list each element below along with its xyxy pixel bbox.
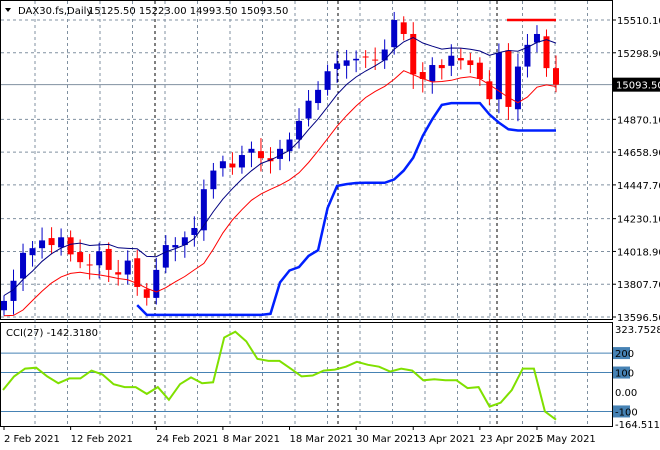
candle-bearish [486, 81, 493, 100]
candle-bullish [96, 251, 103, 266]
x-tick-label: 5 May 2021 [537, 434, 596, 445]
candle-bullish [334, 63, 341, 69]
grid [0, 0, 613, 427]
y-tick-label: 14658.90 [617, 148, 660, 159]
y-tick-label: 13596.50 [617, 313, 660, 324]
cci-level-label: 100 [615, 369, 634, 380]
candle-bullish [200, 189, 207, 231]
cci-min-label: -164.5118 [615, 420, 660, 431]
candle-bullish [210, 170, 217, 190]
candle-bearish [229, 163, 236, 168]
support-step-line [136, 101, 556, 317]
candle-bearish [67, 237, 74, 255]
y-tick-label: 14447.70 [617, 181, 660, 192]
chart-canvas[interactable]: 15510.10 15298.90 15093.50 14870.10 14658.90… [0, 0, 660, 450]
candle-bearish [48, 238, 55, 246]
ohlc-readout: 15125.50 15223.00 14993.50 15093.50 [88, 6, 288, 17]
cci-max-label: 323.7528 [615, 325, 660, 336]
candle-bearish [457, 58, 464, 61]
candle-bullish [286, 139, 293, 152]
candle-bearish [372, 59, 379, 61]
x-tick-label: 18 Mar 2021 [290, 434, 353, 445]
candle-bullish [248, 148, 255, 153]
cci-plot [1, 330, 612, 421]
candle-bearish [362, 56, 369, 58]
y-tick-label: 15510.10 [617, 16, 660, 27]
cci-level-label: 200 [615, 349, 634, 360]
trading-chart[interactable]: 15510.10 15298.90 15093.50 14870.10 14658.90… [0, 0, 660, 450]
x-tick-label: 24 Feb 2021 [156, 434, 218, 445]
collapse-triangle-icon[interactable] [5, 8, 11, 12]
candle-bullish [219, 161, 226, 169]
current-price-label: 15093.50 [616, 81, 660, 92]
candle-bullish [381, 49, 388, 61]
candle-bearish [438, 65, 445, 69]
candle-bearish [553, 68, 559, 85]
candle-bullish [305, 100, 312, 119]
y-tick-label: 14870.10 [617, 115, 660, 126]
candle-bullish [58, 237, 65, 248]
candle-bearish [115, 272, 122, 275]
x-tick-label: 8 Mar 2021 [223, 434, 280, 445]
candle-bearish [143, 289, 150, 298]
candle-bearish [105, 248, 112, 270]
candle-bearish [476, 62, 483, 79]
price-frame [0, 0, 613, 320]
lower-moving-average [3, 70, 557, 317]
x-tick-label: 30 Mar 2021 [356, 434, 419, 445]
y-tick-label: 15298.90 [617, 49, 660, 60]
cci-level-label: -100 [615, 407, 638, 418]
y-tick-label: 14018.90 [617, 247, 660, 258]
candle-bullish [391, 20, 398, 48]
price-plot [1, 11, 559, 317]
candle-bullish [324, 71, 331, 90]
y-tick-label: 13807.70 [617, 280, 660, 291]
candle-bullish [124, 260, 131, 275]
candle-bullish [315, 89, 322, 104]
candle-bullish [353, 58, 360, 61]
candle-bearish [400, 22, 407, 34]
x-tick-label: 13 Apr 2021 [413, 434, 475, 445]
candle-bearish [86, 264, 93, 266]
y-tick-label: 14230.10 [617, 215, 660, 226]
candle-bullish [429, 65, 436, 82]
candle-bullish [39, 240, 46, 249]
candle-bearish [257, 151, 264, 159]
candle-bullish [533, 33, 540, 43]
candle-bearish [543, 36, 550, 69]
candle-bullish [20, 252, 27, 279]
candle-bullish [1, 300, 7, 311]
candle-bullish [29, 248, 36, 256]
cci-level-label: 0.00 [615, 388, 637, 399]
candle-bullish [172, 245, 179, 248]
symbol-label: DAX30.fs,Daily [18, 6, 92, 17]
x-tick-label: 12 Feb 2021 [71, 434, 133, 445]
x-tick-label: 2 Feb 2021 [4, 434, 60, 445]
cci-title: CCI(27) -142.3180 [6, 328, 98, 339]
x-tick-label: 23 Apr 2021 [480, 434, 542, 445]
candle-bullish [162, 245, 169, 268]
cci-line [2, 330, 557, 421]
candle-bullish [343, 60, 350, 66]
candle-bullish [238, 155, 245, 168]
candle-bearish [77, 252, 84, 263]
axes: 15510.10 15298.90 15093.50 14870.10 14658.90… [3, 16, 660, 445]
candle-bearish [410, 33, 417, 75]
candle-bullish [191, 227, 198, 235]
candle-bearish [467, 60, 474, 66]
candle-bullish [296, 120, 303, 140]
candle-bullish [448, 55, 455, 66]
candle-bullish [153, 269, 160, 298]
